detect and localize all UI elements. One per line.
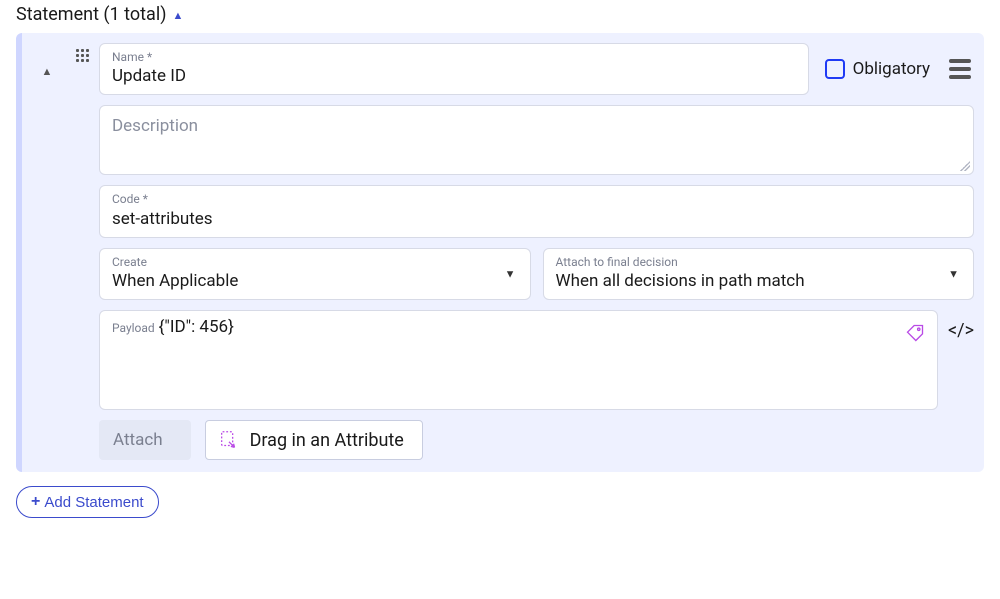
attach-chip-label: Attach — [113, 430, 163, 450]
code-label: Code * — [112, 192, 961, 206]
drag-attribute-label: Drag in an Attribute — [250, 430, 404, 451]
payload-value: {"ID": 456} — [159, 317, 234, 337]
attribute-drag-icon — [218, 429, 240, 451]
chevron-down-icon: ▼ — [505, 267, 516, 280]
tag-icon[interactable] — [905, 323, 925, 343]
attach-chip: Attach — [99, 420, 191, 460]
menu-icon[interactable] — [946, 55, 974, 83]
resize-handle-icon[interactable] — [960, 161, 970, 171]
create-label: Create — [112, 255, 490, 269]
create-select[interactable]: Create When Applicable ▼ — [99, 248, 531, 300]
collapse-toggle[interactable]: ▲ — [36, 59, 59, 84]
name-field[interactable]: Name * Update ID — [99, 43, 809, 95]
description-placeholder: Description — [112, 116, 198, 136]
obligatory-label: Obligatory — [853, 59, 930, 79]
card-content: Name * Update ID Obligatory Description … — [99, 43, 974, 460]
name-label: Name * — [112, 50, 796, 64]
payload-label: Payload — [112, 321, 155, 335]
chevron-down-icon: ▼ — [948, 267, 959, 280]
name-value: Update ID — [112, 66, 796, 86]
attach-final-select[interactable]: Attach to final decision When all decisi… — [543, 248, 975, 300]
drag-attribute-dropzone[interactable]: Drag in an Attribute — [205, 420, 423, 460]
code-value: set-attributes — [112, 209, 961, 229]
statement-card: ▲ Name * Update ID Obligatory — [16, 33, 984, 472]
code-field[interactable]: Code * set-attributes — [99, 185, 974, 237]
description-field[interactable]: Description — [99, 105, 974, 175]
attach-final-value: When all decisions in path match — [556, 271, 934, 291]
section-title: Statement (1 total) — [16, 4, 166, 25]
checkbox-icon — [825, 59, 845, 79]
create-value: When Applicable — [112, 271, 490, 291]
collapse-caret-icon: ▲ — [172, 9, 183, 22]
drag-handle-icon[interactable] — [72, 45, 93, 460]
add-statement-button[interactable]: + Add Statement — [16, 486, 159, 518]
attach-final-label: Attach to final decision — [556, 255, 934, 269]
add-statement-label: Add Statement — [44, 494, 143, 511]
card-side-column: ▲ — [26, 43, 68, 460]
obligatory-checkbox[interactable]: Obligatory — [821, 59, 934, 79]
plus-icon: + — [31, 493, 40, 511]
code-icon[interactable]: </> — [948, 310, 974, 341]
payload-field[interactable]: Payload {"ID": 456} — [99, 310, 938, 410]
section-header[interactable]: Statement (1 total) ▲ — [16, 0, 984, 33]
